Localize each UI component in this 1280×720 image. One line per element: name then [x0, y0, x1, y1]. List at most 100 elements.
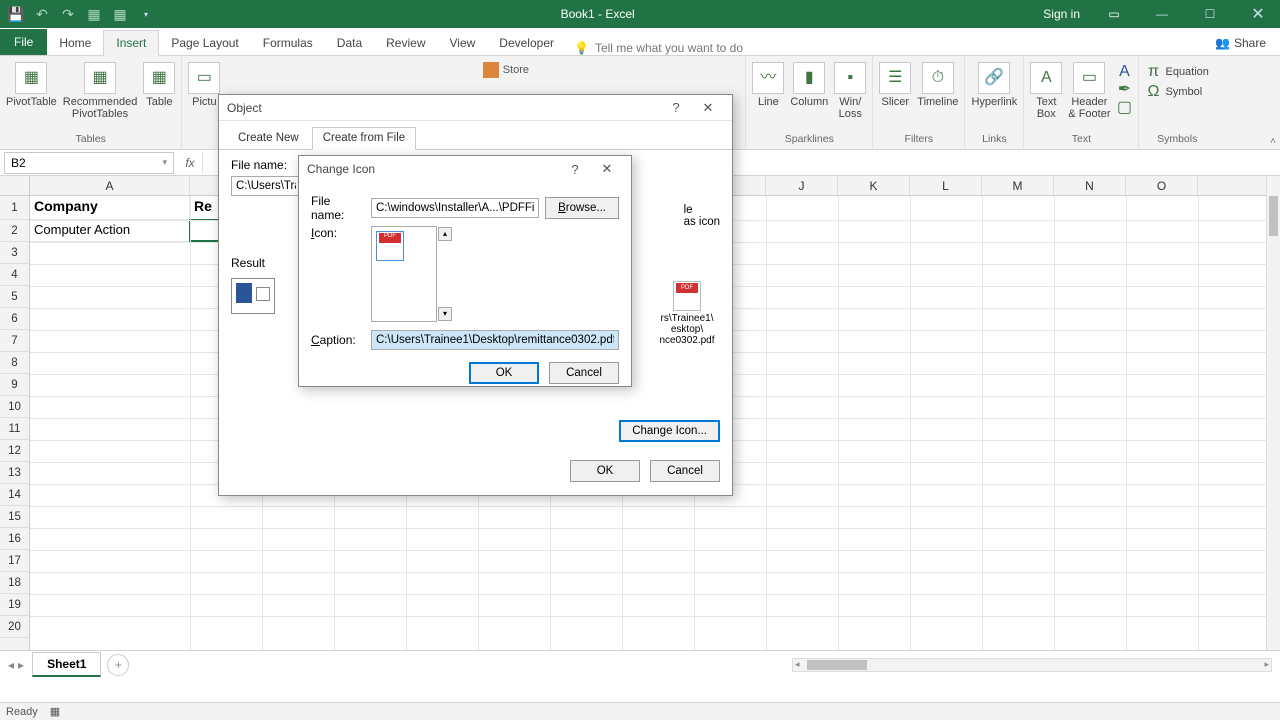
- pictures-button[interactable]: ▭Pictu: [188, 62, 220, 108]
- tab-page-layout[interactable]: Page Layout: [159, 31, 250, 55]
- status-ready: Ready: [6, 706, 38, 718]
- hyperlink-button[interactable]: 🔗Hyperlink: [971, 62, 1017, 108]
- line-label: Line: [758, 96, 779, 108]
- symbol-label: Symbol: [1165, 86, 1202, 98]
- sheet-nav-next-icon[interactable]: ▸: [18, 658, 24, 672]
- save-icon[interactable]: 💾: [4, 3, 28, 25]
- sheet-nav-prev-icon[interactable]: ◂: [8, 658, 14, 672]
- icon-list-pdf-icon[interactable]: [376, 231, 404, 261]
- row-headers[interactable]: 1234567891011121314151617181920: [0, 196, 30, 650]
- tell-me-search[interactable]: 💡 Tell me what you want to do: [566, 41, 743, 55]
- sheet-tabs: ◂ ▸ Sheet1 + ◂ ▸: [0, 650, 1280, 678]
- timeline-button[interactable]: ⏱Timeline: [917, 62, 958, 108]
- status-bar: Ready ▦: [0, 702, 1280, 720]
- group-links: 🔗Hyperlink Links: [965, 56, 1024, 149]
- name-box[interactable]: B2 ▾: [4, 152, 174, 174]
- sheet-tab-1[interactable]: Sheet1: [32, 652, 101, 677]
- redo-icon[interactable]: ↷: [56, 3, 80, 25]
- display-as-icon-partial: as icon: [684, 216, 720, 228]
- ci-filename-input[interactable]: [371, 198, 539, 218]
- hscroll-thumb[interactable]: [807, 660, 867, 670]
- pivottable-button[interactable]: ▦PivotTable: [6, 62, 57, 108]
- wordart-button[interactable]: A: [1116, 64, 1132, 80]
- change-icon-help-icon[interactable]: ?: [559, 162, 591, 177]
- select-all-button[interactable]: [0, 176, 30, 196]
- filename-input[interactable]: [231, 176, 301, 196]
- tab-review[interactable]: Review: [374, 31, 437, 55]
- change-icon-close-icon[interactable]: ✕: [591, 161, 623, 177]
- column-label: Column: [790, 96, 828, 108]
- header-footer-button[interactable]: ▭Header & Footer: [1068, 62, 1110, 120]
- browse-button[interactable]: Browse...: [545, 197, 619, 219]
- equation-button[interactable]: πEquation: [1145, 64, 1208, 80]
- recommended-label: Recommended PivotTables: [63, 96, 138, 120]
- ribbon-display-icon[interactable]: ▭: [1094, 3, 1134, 25]
- qat-icon[interactable]: ▦: [82, 3, 106, 25]
- scroll-left-icon[interactable]: ◂: [795, 659, 800, 670]
- vertical-scrollbar[interactable]: [1266, 176, 1280, 650]
- tab-file[interactable]: File: [0, 29, 47, 55]
- tab-create-new[interactable]: Create New: [227, 127, 310, 149]
- add-sheet-button[interactable]: +: [107, 654, 129, 676]
- tab-insert[interactable]: Insert: [103, 30, 159, 56]
- name-box-dropdown-icon[interactable]: ▾: [162, 157, 167, 168]
- minimize-icon[interactable]: —: [1142, 3, 1182, 25]
- textbox-button[interactable]: AText Box: [1030, 62, 1062, 120]
- table-button[interactable]: ▦Table: [143, 62, 175, 108]
- change-icon-button[interactable]: Change Icon...: [619, 420, 720, 442]
- qat-dropdown-icon[interactable]: ▾: [134, 3, 158, 25]
- ci-caption-input[interactable]: [371, 330, 619, 350]
- close-icon[interactable]: ✕: [1238, 3, 1278, 25]
- name-box-value: B2: [11, 156, 26, 170]
- object-cancel-button[interactable]: Cancel: [650, 460, 720, 482]
- slicer-label: Slicer: [882, 96, 910, 108]
- group-tables-label: Tables: [76, 133, 106, 147]
- dialog-close-icon[interactable]: ✕: [692, 100, 724, 116]
- sparkline-line-button[interactable]: 〰Line: [752, 62, 784, 108]
- pdf-icon: [673, 281, 701, 311]
- icon-list-scroll-down-icon[interactable]: ▾: [438, 307, 452, 321]
- object-dialog-title: Object: [227, 101, 262, 115]
- group-text-label: Text: [1072, 133, 1091, 147]
- tab-create-from-file[interactable]: Create from File: [312, 127, 416, 150]
- icon-list-scroll-up-icon[interactable]: ▴: [438, 227, 452, 241]
- sign-in-link[interactable]: Sign in: [1037, 3, 1086, 25]
- cell-a2[interactable]: Computer Action: [30, 220, 190, 242]
- icon-preview: rs\Trainee1\ esktop\ nce0302.pdf: [654, 280, 720, 376]
- scroll-right-icon[interactable]: ▸: [1264, 659, 1269, 670]
- store-button[interactable]: Store: [483, 62, 529, 78]
- slicer-button[interactable]: ☰Slicer: [879, 62, 911, 108]
- maximize-icon[interactable]: ☐: [1190, 3, 1230, 25]
- tab-formulas[interactable]: Formulas: [251, 31, 325, 55]
- sparkline-column-button[interactable]: ▮Column: [790, 62, 828, 108]
- horizontal-scrollbar[interactable]: ◂ ▸: [792, 658, 1272, 672]
- tab-data[interactable]: Data: [325, 31, 374, 55]
- macro-icon[interactable]: ▦: [50, 705, 60, 718]
- sparkline-winloss-button[interactable]: ▪Win/ Loss: [834, 62, 866, 120]
- share-button[interactable]: 👥 Share: [1201, 31, 1280, 55]
- undo-icon[interactable]: ↶: [30, 3, 54, 25]
- store-label: Store: [503, 64, 529, 76]
- object-ok-button[interactable]: OK: [570, 460, 640, 482]
- fx-icon[interactable]: fx: [178, 156, 202, 170]
- headerfooter-label: Header & Footer: [1068, 96, 1110, 120]
- group-text: AText Box ▭Header & Footer A ✒ ▢ Text: [1024, 56, 1139, 149]
- object-button[interactable]: ▢: [1116, 100, 1132, 116]
- tab-developer[interactable]: Developer: [487, 31, 566, 55]
- ci-cancel-button[interactable]: Cancel: [549, 362, 619, 384]
- qat-icon-2[interactable]: ▦: [108, 3, 132, 25]
- pictures-label: Pictu: [192, 96, 216, 108]
- group-sparklines-label: Sparklines: [785, 133, 834, 147]
- tab-view[interactable]: View: [438, 31, 488, 55]
- symbol-button[interactable]: ΩSymbol: [1145, 84, 1208, 100]
- cell-a1[interactable]: Company: [30, 196, 190, 220]
- dialog-help-icon[interactable]: ?: [660, 100, 692, 115]
- tab-home[interactable]: Home: [47, 31, 103, 55]
- recommended-pivottables-button[interactable]: ▦Recommended PivotTables: [63, 62, 138, 120]
- collapse-ribbon-icon[interactable]: ˄: [1270, 136, 1276, 147]
- scrollbar-thumb[interactable]: [1269, 196, 1278, 236]
- ci-icon-label: Icon:: [311, 226, 365, 240]
- ci-ok-button[interactable]: OK: [469, 362, 539, 384]
- signature-button[interactable]: ✒: [1116, 82, 1132, 98]
- icon-list[interactable]: ▴ ▾: [371, 226, 437, 322]
